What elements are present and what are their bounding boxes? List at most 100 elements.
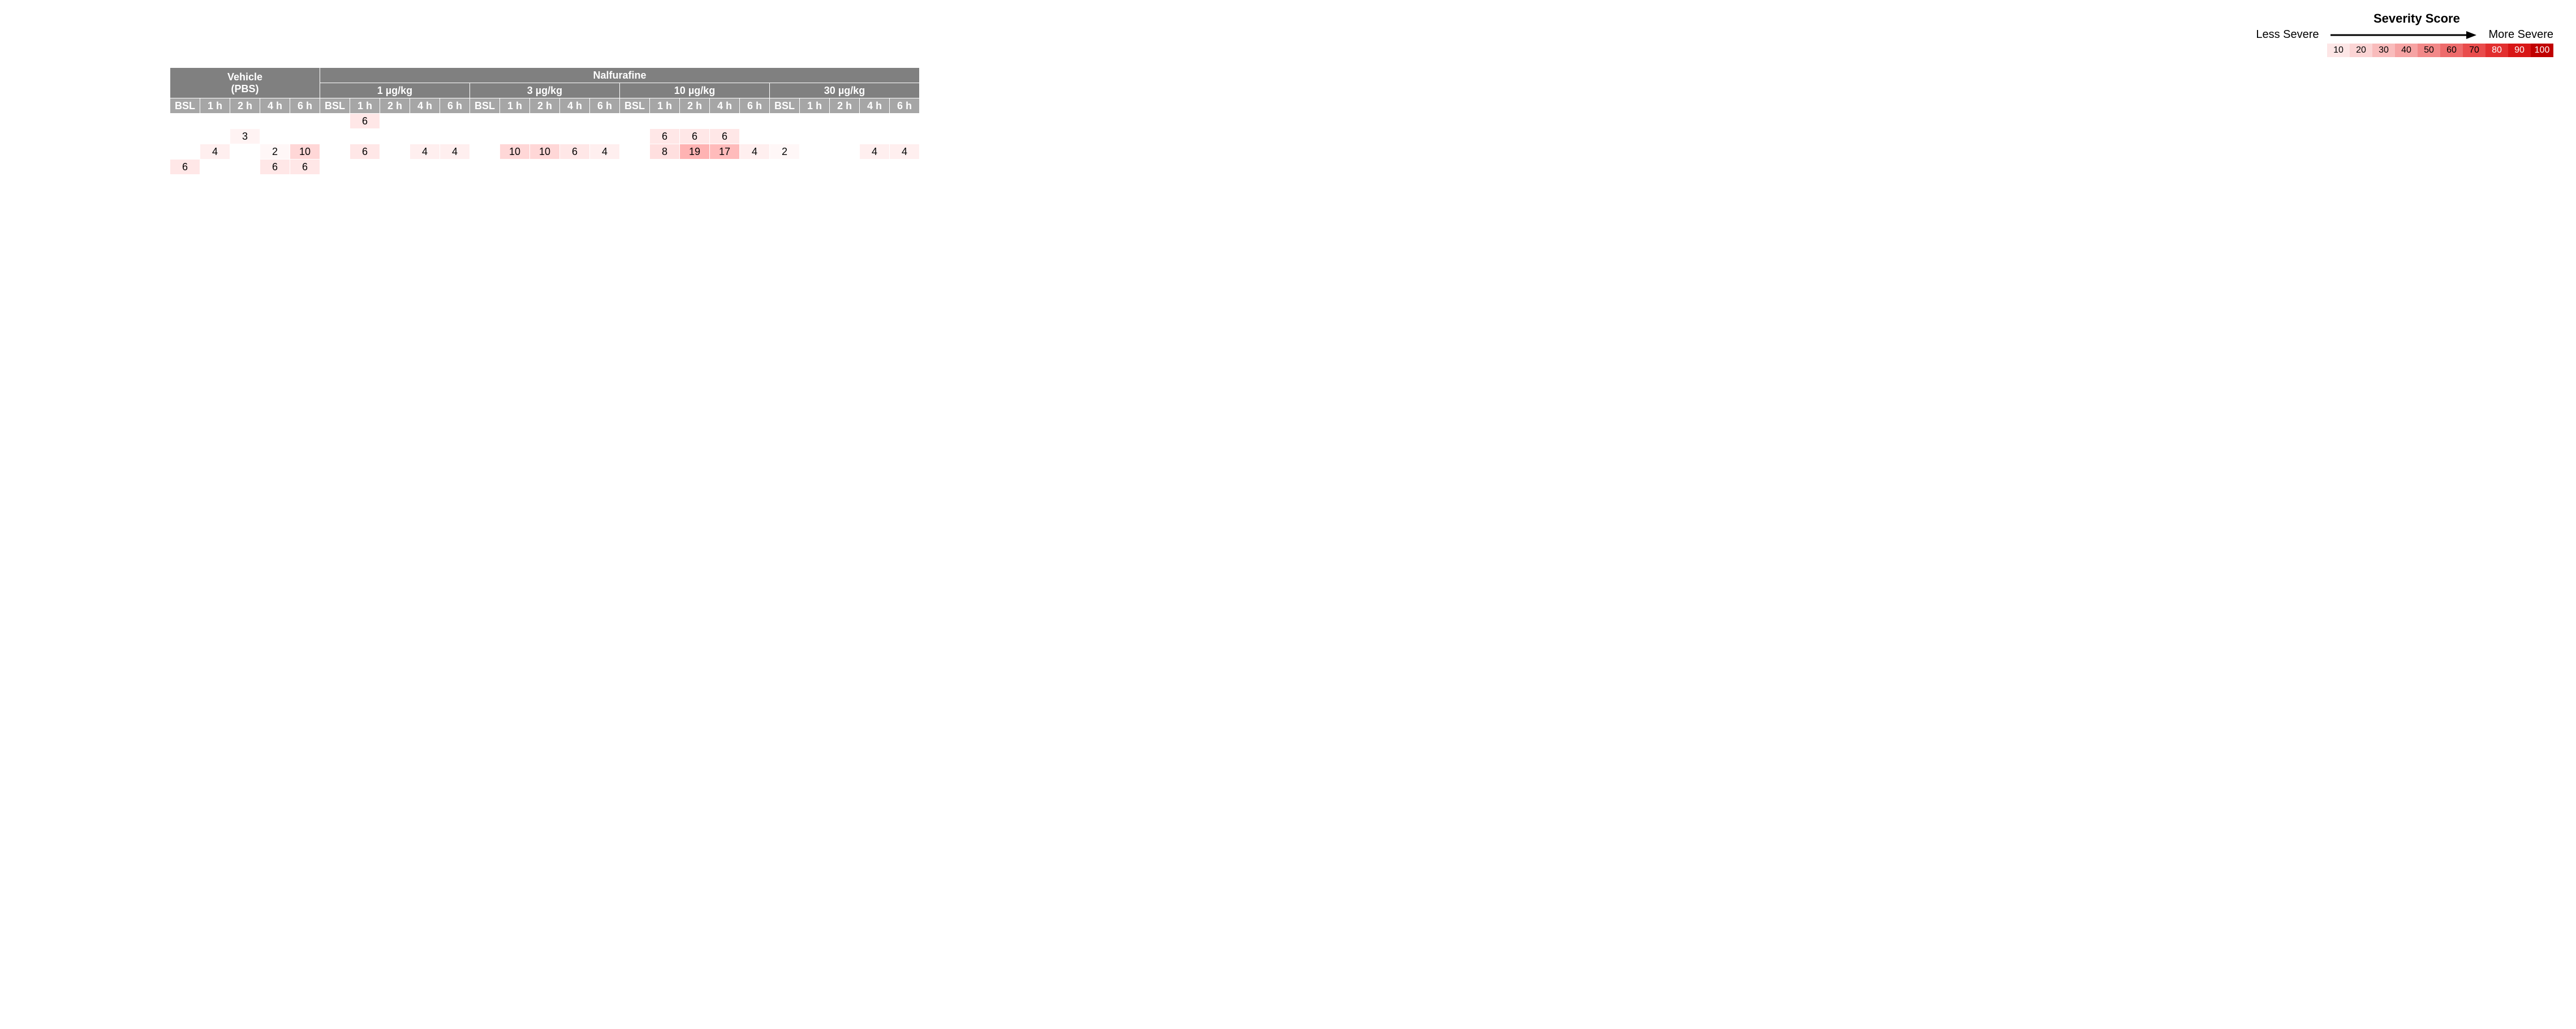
heatmap-cell: 4: [440, 144, 470, 160]
time-header: 6 h: [440, 98, 470, 114]
time-header: 2 h: [530, 98, 560, 114]
heatmap-cell: [320, 144, 350, 160]
legend-swatch-80: 80: [2485, 44, 2508, 57]
dose-30: 30 µg/kg: [770, 83, 920, 98]
heatmap-cell: [650, 114, 680, 129]
table-row: 6: [170, 114, 920, 129]
heatmap-cell: [530, 160, 560, 175]
heatmap-cell: 6: [350, 114, 380, 129]
heatmap-cell: 8: [650, 144, 680, 160]
heatmap-cell: [560, 114, 590, 129]
legend-swatch-40: 40: [2395, 44, 2418, 57]
heatmap-cell: 4: [860, 144, 890, 160]
heatmap-cell: [710, 114, 740, 129]
heatmap-cell: [830, 129, 860, 144]
heatmap-cell: [470, 144, 500, 160]
heatmap-cell: [200, 114, 230, 129]
time-header: 1 h: [650, 98, 680, 114]
time-header: 4 h: [260, 98, 290, 114]
heatmap-cell: [470, 129, 500, 144]
time-header: 4 h: [710, 98, 740, 114]
heatmap-cell: [800, 129, 830, 144]
dose-10: 10 µg/kg: [620, 83, 770, 98]
heatmap-cell: [800, 160, 830, 175]
heatmap-cell: [260, 114, 290, 129]
time-header: 1 h: [350, 98, 380, 114]
heatmap-cell: [200, 160, 230, 175]
dose-3: 3 µg/kg: [470, 83, 620, 98]
heatmap-cell: 6: [290, 160, 320, 175]
heatmap-cell: [350, 160, 380, 175]
heatmap-cell: [230, 160, 260, 175]
time-header: 2 h: [680, 98, 710, 114]
group-nalfurafine: Nalfurafine: [320, 68, 920, 83]
time-header: 2 h: [830, 98, 860, 114]
legend-title: Severity Score: [2373, 11, 2460, 25]
heatmap-cell: [770, 114, 800, 129]
legend-swatch-50: 50: [2418, 44, 2440, 57]
legend-swatch-10: 10: [2327, 44, 2350, 57]
group-vehicle-top: Vehicle: [227, 71, 262, 83]
heatmap-cell: [380, 160, 410, 175]
header-row-times: BSL1 h2 h4 h6 hBSL1 h2 h4 h6 hBSL1 h2 h4…: [170, 98, 920, 114]
heatmap-cell: [680, 114, 710, 129]
heatmap-cell: [770, 160, 800, 175]
heatmap-cell: [320, 129, 350, 144]
time-header: 4 h: [560, 98, 590, 114]
heatmap-cell: [860, 160, 890, 175]
heatmap-cell: [500, 129, 530, 144]
heatmap-cell: [860, 114, 890, 129]
heatmap-cell: 6: [260, 160, 290, 175]
heatmap-cell: [380, 114, 410, 129]
heatmap-cell: 19: [680, 144, 710, 160]
dose-1: 1 µg/kg: [320, 83, 470, 98]
heatmap-cell: 6: [170, 160, 200, 175]
heatmap-cell: 4: [590, 144, 620, 160]
heatmap-cell: [230, 114, 260, 129]
heatmap-cell: [890, 129, 920, 144]
heatmap-cell: [500, 160, 530, 175]
heatmap-cell: [320, 160, 350, 175]
heatmap-cell: [320, 114, 350, 129]
heatmap-cell: 4: [890, 144, 920, 160]
heatmap-cell: 10: [500, 144, 530, 160]
time-header: 1 h: [500, 98, 530, 114]
time-header: 4 h: [410, 98, 440, 114]
time-header: BSL: [470, 98, 500, 114]
heatmap-cell: [650, 160, 680, 175]
heatmap-cell: [620, 160, 650, 175]
heatmap-cell: 10: [290, 144, 320, 160]
time-header: 6 h: [740, 98, 770, 114]
legend-arrow-row: Less Severe More Severe: [11, 28, 2565, 41]
heatmap-cell: 6: [680, 129, 710, 144]
heatmap-cell: [170, 129, 200, 144]
heatmap-cell: [680, 160, 710, 175]
heatmap-cell: 2: [770, 144, 800, 160]
heatmap-cell: [620, 144, 650, 160]
time-header: 6 h: [890, 98, 920, 114]
time-header: 1 h: [800, 98, 830, 114]
legend-swatch-70: 70: [2463, 44, 2485, 57]
heatmap-cell: [410, 114, 440, 129]
heatmap-table: Vehicle (PBS) Nalfurafine 1 µg/kg 3 µg/k…: [170, 67, 920, 175]
legend-more-label: More Severe: [2489, 28, 2554, 41]
header-row-groups: Vehicle (PBS) Nalfurafine: [170, 68, 920, 83]
time-header: 6 h: [590, 98, 620, 114]
time-header: BSL: [620, 98, 650, 114]
heatmap-cell: [830, 160, 860, 175]
heatmap-cell: [710, 160, 740, 175]
heatmap-cell: [290, 129, 320, 144]
heatmap-cell: [380, 144, 410, 160]
heatmap-cell: 6: [650, 129, 680, 144]
heatmap-cell: [830, 144, 860, 160]
heatmap-cell: [740, 114, 770, 129]
legend-swatch-30: 30: [2372, 44, 2395, 57]
heatmap-cell: [890, 114, 920, 129]
time-header: BSL: [770, 98, 800, 114]
heatmap-cell: 6: [710, 129, 740, 144]
arrow-icon: [2331, 30, 2478, 40]
time-header: BSL: [170, 98, 200, 114]
heatmap-cell: [560, 129, 590, 144]
heatmap-cell: [380, 129, 410, 144]
time-header: 1 h: [200, 98, 230, 114]
